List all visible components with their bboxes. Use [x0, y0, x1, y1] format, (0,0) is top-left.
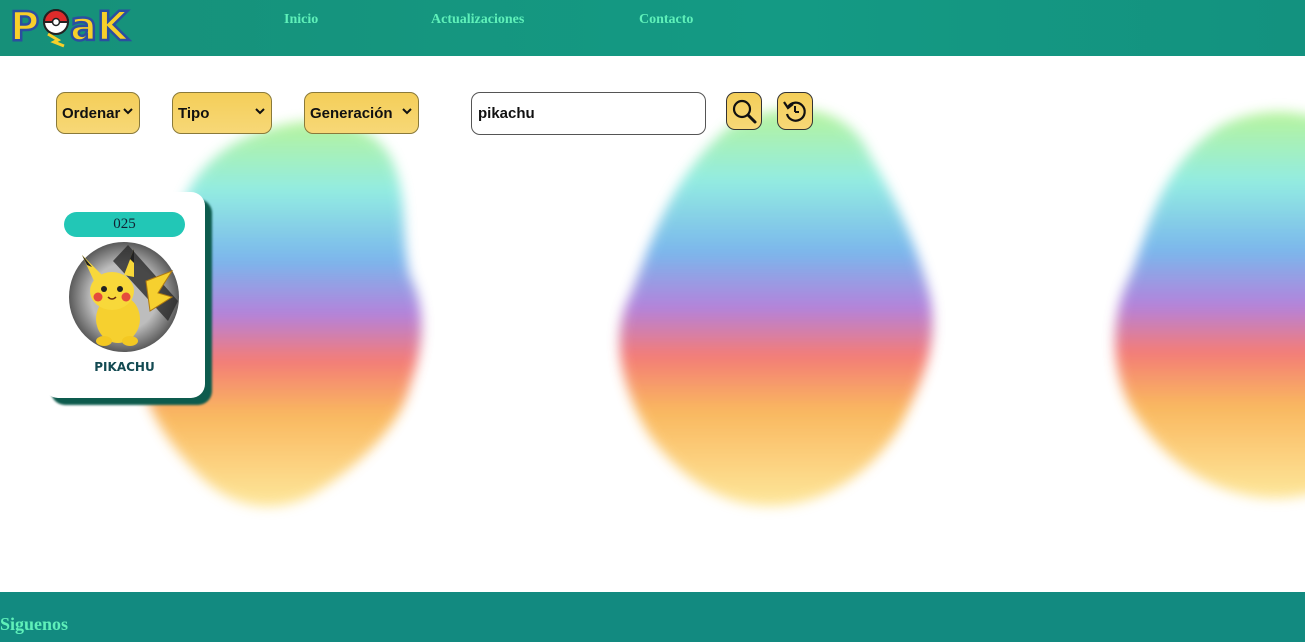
chevron-down-icon	[255, 108, 265, 115]
svg-text:aK: aK	[70, 4, 130, 50]
site-header: P aK Inicio Actualizaciones Contacto	[0, 0, 1305, 56]
pokemon-image	[69, 242, 179, 352]
watercolor-splash	[1115, 111, 1305, 499]
reset-button[interactable]	[777, 92, 813, 130]
nav-contacto[interactable]: Contacto	[639, 12, 693, 28]
follow-us-label: Siguenos	[0, 614, 69, 634]
magnifier-icon	[732, 99, 757, 124]
nav-actualizaciones[interactable]: Actualizaciones	[431, 12, 524, 28]
type-select-label: Tipo	[178, 104, 210, 122]
sort-select-label: Ordenar	[62, 104, 121, 122]
chevron-down-icon	[402, 108, 412, 115]
svg-text:P: P	[10, 4, 39, 50]
pokemon-card[interactable]: 025 PIKACHU	[44, 192, 205, 398]
chevron-down-icon	[123, 108, 133, 115]
type-select[interactable]: Tipo	[172, 92, 272, 134]
generation-select[interactable]: Generación	[304, 92, 419, 134]
pokemon-name: PIKACHU	[94, 360, 155, 374]
pokemon-number: 025	[64, 212, 185, 237]
sort-select[interactable]: Ordenar	[56, 92, 140, 134]
generation-select-label: Generación	[310, 104, 393, 122]
refresh-icon	[783, 101, 806, 122]
poak-logo[interactable]: P aK	[8, 0, 148, 50]
search-button[interactable]	[726, 92, 762, 130]
nav-inicio[interactable]: Inicio	[284, 12, 318, 28]
watercolor-splash	[619, 109, 933, 506]
search-input[interactable]	[471, 92, 706, 135]
site-footer: Siguenos	[0, 592, 1305, 642]
